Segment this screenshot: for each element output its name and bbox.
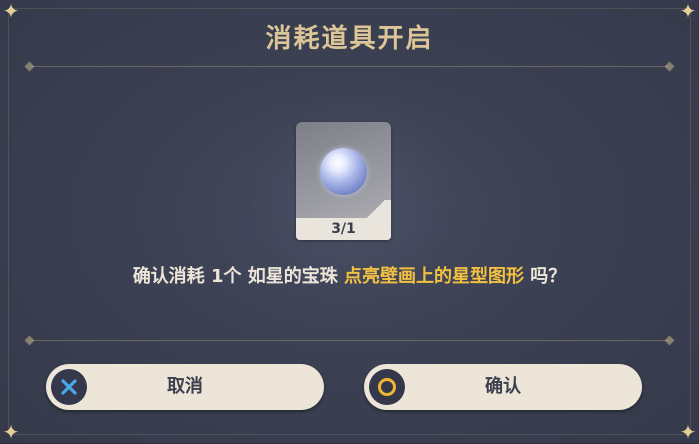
- item-card[interactable]: 3/1: [296, 122, 391, 240]
- confirm-button-label: 确认: [485, 376, 521, 397]
- cancel-button[interactable]: 取消: [46, 364, 324, 410]
- confirm-button[interactable]: 确认: [364, 364, 642, 410]
- message-suffix: 吗？: [524, 266, 567, 287]
- confirm-message: 确认消耗 1个 如星的宝珠 点亮壁画上的星型图形 吗？: [0, 262, 699, 288]
- card-fold: [361, 200, 391, 218]
- item-count: 3/1: [296, 218, 391, 240]
- consume-item-dialog: ✦ ✦ ✦ ✦ 消耗道具开启 3/1 确认消耗 1个 如星的宝珠 点亮壁画上的星…: [0, 0, 699, 443]
- message-prefix: 确认消耗 1个 如星的宝珠: [132, 266, 345, 287]
- corner-star-icon: ✦: [679, 420, 697, 444]
- corner-star-icon: ✦: [2, 420, 20, 444]
- title-divider: [30, 66, 669, 67]
- pearl-orb-icon: [320, 148, 367, 195]
- footer-divider: [30, 340, 669, 341]
- message-highlight: 点亮壁画上的星型图形: [344, 266, 525, 287]
- dialog-title: 消耗道具开启: [265, 24, 434, 54]
- cancel-button-label: 取消: [167, 376, 203, 397]
